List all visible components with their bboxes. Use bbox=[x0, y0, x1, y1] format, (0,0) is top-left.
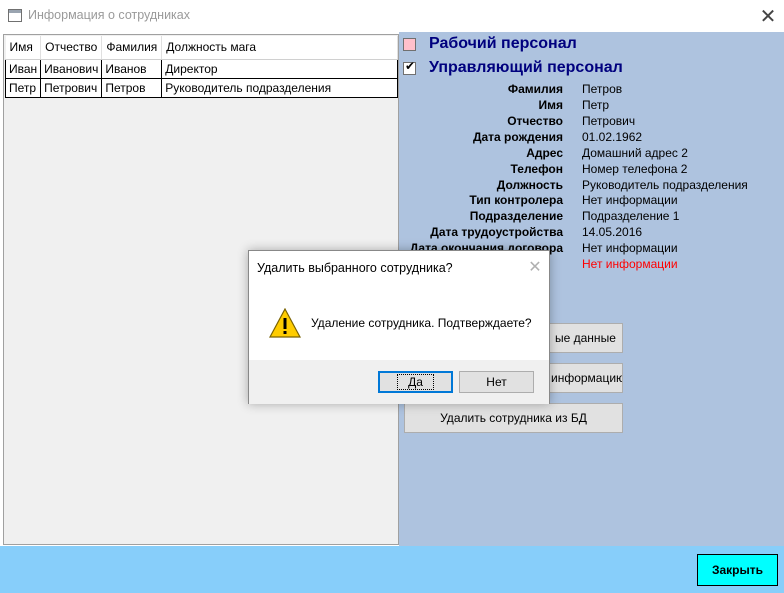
value-name: Петр bbox=[582, 98, 610, 112]
cell-surname[interactable]: Петров bbox=[101, 77, 163, 98]
label-hire-date: Дата трудоустройства bbox=[430, 225, 563, 239]
working-staff-checkbox[interactable] bbox=[403, 38, 416, 51]
dialog-title: Удалить выбранного сотрудника? bbox=[257, 261, 453, 275]
window-icon bbox=[8, 9, 22, 22]
management-staff-label[interactable]: Управляющий персонал bbox=[429, 59, 623, 77]
value-department: Подразделение 1 bbox=[582, 209, 680, 223]
yes-button-label: Да bbox=[397, 374, 434, 390]
warning-icon bbox=[269, 308, 301, 338]
grid-header-row: Имя Отчество Фамилия Должность мага bbox=[5, 36, 398, 60]
yes-button[interactable]: Да bbox=[378, 371, 453, 393]
checkmark-icon: ✔ bbox=[405, 59, 416, 73]
label-name: Имя bbox=[538, 98, 563, 112]
value-controller-type: Нет информации bbox=[582, 193, 678, 207]
cell-name[interactable]: Петр bbox=[4, 77, 42, 98]
cell-surname[interactable]: Иванов bbox=[101, 58, 163, 79]
label-patronymic: Отчество bbox=[507, 114, 563, 128]
dialog-button-bar: Да Нет bbox=[249, 360, 549, 404]
cell-position[interactable]: Директор bbox=[161, 58, 398, 79]
window-title: Информация о сотрудниках bbox=[28, 8, 190, 22]
title-bar: Информация о сотрудниках ✕ bbox=[0, 0, 784, 32]
column-header-name[interactable]: Имя bbox=[5, 36, 42, 60]
label-position: Должность bbox=[496, 178, 563, 192]
window-close-icon[interactable]: ✕ bbox=[752, 4, 784, 28]
value-phone: Номер телефона 2 bbox=[582, 162, 688, 176]
label-address: Адрес bbox=[526, 146, 563, 160]
cell-patronymic[interactable]: Иванович bbox=[40, 58, 103, 79]
confirm-delete-dialog: Удалить выбранного сотрудника? ✕ Удалени… bbox=[248, 250, 550, 404]
value-patronymic: Петрович bbox=[582, 114, 636, 128]
table-row[interactable]: Иван Иванович Иванов Директор bbox=[4, 58, 398, 79]
value-contract-end-date: Нет информации bbox=[582, 241, 678, 255]
cell-position[interactable]: Руководитель подразделения bbox=[161, 77, 398, 98]
dialog-close-icon[interactable]: ✕ bbox=[525, 257, 545, 277]
value-position: Руководитель подразделения bbox=[582, 178, 748, 192]
label-birth-date: Дата рождения bbox=[472, 130, 563, 144]
delete-employee-button[interactable]: Удалить сотрудника из БД bbox=[404, 403, 623, 433]
value-address: Домашний адрес 2 bbox=[582, 146, 688, 160]
working-staff-label[interactable]: Рабочий персонал bbox=[429, 35, 577, 53]
management-staff-checkbox[interactable]: ✔ bbox=[403, 59, 416, 75]
label-phone: Телефон bbox=[510, 162, 563, 176]
bottom-bar bbox=[0, 546, 784, 593]
column-header-surname[interactable]: Фамилия bbox=[101, 36, 163, 60]
value-hidden-field: Нет информации bbox=[582, 257, 678, 271]
dialog-message: Удаление сотрудника. Подтверждаете? bbox=[311, 316, 532, 330]
label-department: Подразделение bbox=[469, 209, 563, 223]
cell-name[interactable]: Иван bbox=[4, 58, 42, 79]
column-header-position[interactable]: Должность мага bbox=[161, 36, 398, 60]
employee-info-window: Информация о сотрудниках ✕ Имя Отчество … bbox=[0, 0, 784, 593]
no-button[interactable]: Нет bbox=[459, 371, 534, 393]
more-info-button-label: информацию bbox=[551, 371, 623, 385]
label-controller-type: Тип контролера bbox=[469, 193, 563, 207]
edit-data-button-label: ые данные bbox=[555, 331, 616, 345]
value-birth-date: 01.02.1962 bbox=[582, 130, 643, 144]
value-hire-date: 14.05.2016 bbox=[582, 225, 643, 239]
cell-patronymic[interactable]: Петрович bbox=[40, 77, 103, 98]
employees-table: Имя Отчество Фамилия Должность мага Иван… bbox=[4, 36, 398, 98]
table-row[interactable]: Петр Петрович Петров Руководитель подраз… bbox=[4, 77, 398, 98]
close-button[interactable]: Закрыть bbox=[697, 554, 778, 586]
label-surname: Фамилия bbox=[507, 82, 563, 96]
value-surname: Петров bbox=[582, 82, 623, 96]
column-header-patronymic[interactable]: Отчество bbox=[40, 36, 103, 60]
